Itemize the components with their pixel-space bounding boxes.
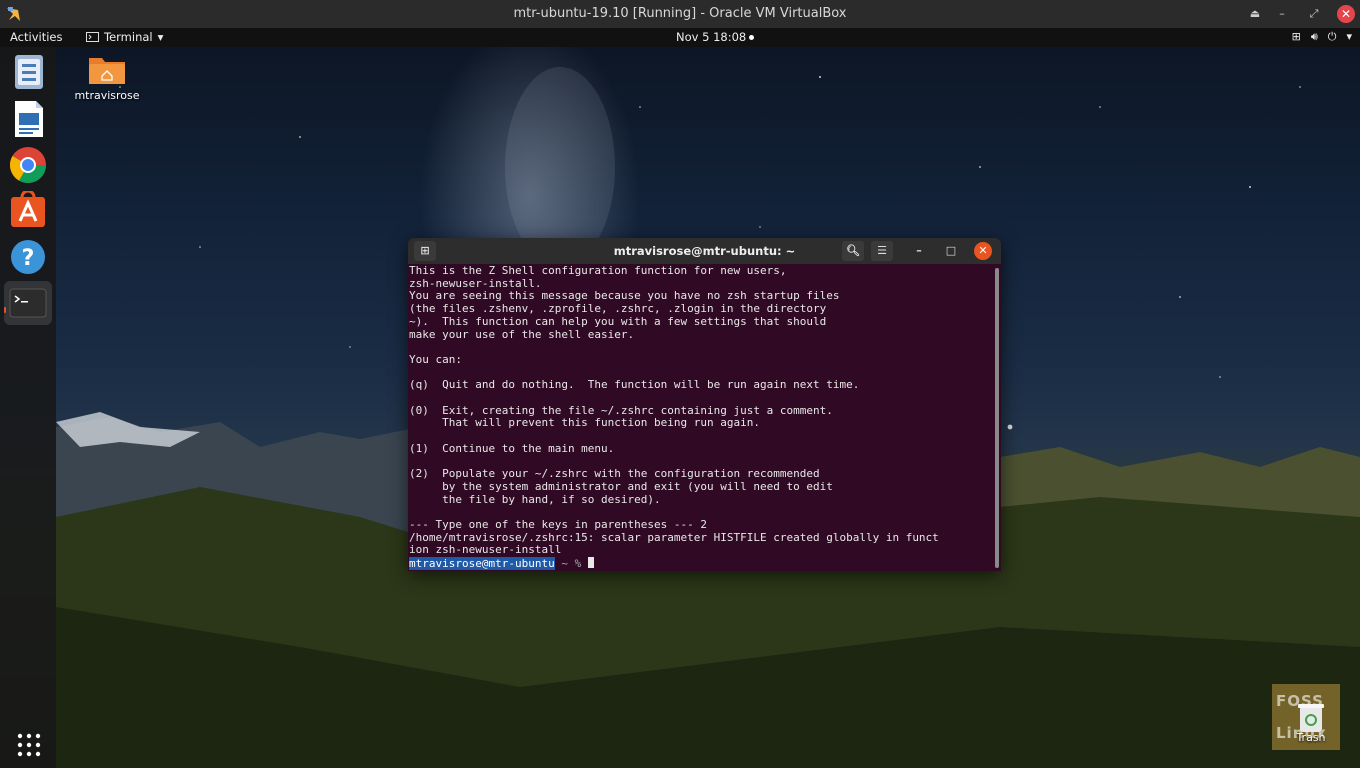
clock[interactable]: Nov 5 18:08 [676, 30, 755, 44]
terminal-line: (1) Continue to the main menu. [409, 441, 615, 455]
home-folder-label: mtravisrose [74, 89, 140, 102]
trash-icon [1298, 704, 1324, 732]
terminal-line: ion zsh-newuser-install [409, 543, 562, 557]
software-icon[interactable] [8, 189, 48, 231]
terminal-icon[interactable] [4, 281, 52, 325]
minimize-icon[interactable]: – [910, 242, 928, 260]
terminal-line: This is the Z Shell configuration functi… [409, 264, 787, 277]
gnome-top-bar: Activities Terminal ▾ Nov 5 18:08 ⊞ 🔊︎ ⏻… [0, 28, 1360, 47]
restore-icon[interactable]: ⤢ [1305, 5, 1323, 23]
host-window-titlebar[interactable]: mtr-ubuntu-19.10 [Running] - Oracle VM V… [0, 0, 1360, 28]
terminal-line: (q) Quit and do nothing. The function wi… [409, 378, 860, 392]
home-folder-shortcut[interactable]: mtravisrose [72, 54, 142, 102]
terminal-line: --- Type one of the keys in parentheses … [409, 517, 708, 531]
minimize-icon[interactable]: – [1273, 5, 1291, 23]
close-icon[interactable]: ✕ [1337, 5, 1355, 23]
trash-label: Trash [1296, 731, 1326, 744]
terminal-lines: This is the Z Shell configuration functi… [409, 264, 995, 557]
terminal-line: make your use of the shell easier. [409, 327, 635, 341]
network-icon: ⊞ [1291, 30, 1301, 43]
terminal-headerbar[interactable]: ⊞ mtravisrose@mtr-ubuntu: ~ 🔍︎ ☰ – □ ✕ [408, 238, 1001, 264]
help-icon[interactable]: ? [8, 237, 48, 277]
search-icon[interactable]: 🔍︎ [842, 241, 864, 261]
activities-button[interactable]: Activities [10, 30, 62, 44]
terminal-window[interactable]: ⊞ mtravisrose@mtr-ubuntu: ~ 🔍︎ ☰ – □ ✕ T… [408, 238, 1001, 571]
home-folder-icon [89, 58, 125, 84]
prompt-tail: ~ % [554, 557, 588, 571]
terminal-small-icon [86, 32, 99, 42]
close-icon[interactable]: ✕ [974, 242, 992, 260]
app-menu-label: Terminal [104, 30, 153, 44]
chevron-down-icon: ▾ [1346, 30, 1352, 43]
svg-text:?: ? [22, 246, 35, 271]
app-menu[interactable]: Terminal ▾ [86, 30, 163, 44]
hamburger-menu-icon[interactable]: ☰ [871, 241, 893, 261]
terminal-line: ~). This function can help you with a fe… [409, 314, 827, 328]
terminal-line: (the files .zshenv, .zprofile, .zshrc, .… [409, 302, 827, 316]
writer-icon[interactable] [8, 99, 48, 139]
maximize-icon[interactable]: □ [942, 242, 960, 260]
terminal-scrollbar[interactable] [995, 268, 999, 568]
trash-shortcut[interactable]: Trash [1288, 702, 1334, 744]
terminal-line: by the system administrator and exit (yo… [409, 479, 833, 493]
clock-label: Nov 5 18:08 [676, 30, 747, 44]
dock: ? [0, 47, 56, 768]
power-icon: ⏻ [1327, 30, 1337, 43]
volume-icon: 🔊︎ [1310, 30, 1318, 43]
notification-dot [749, 35, 755, 40]
system-tray[interactable]: ⊞ 🔊︎ ⏻ ▾ [1292, 30, 1352, 44]
terminal-output[interactable]: This is the Z Shell configuration functi… [408, 264, 995, 571]
terminal-line: the file by hand, if so desired). [409, 492, 661, 506]
terminal-line: (2) Populate your ~/.zshrc with the conf… [409, 467, 820, 481]
running-indicator [4, 307, 6, 313]
prompt-line[interactable]: mtravisrose@mtr-ubuntu ~ % [409, 557, 995, 571]
terminal-line: That will prevent this function being ru… [409, 416, 760, 430]
text-cursor [587, 557, 594, 569]
eject-icon[interactable]: ⏏ [1246, 5, 1264, 23]
chrome-icon[interactable] [8, 145, 48, 185]
show-apps-icon[interactable] [16, 732, 42, 758]
files-icon[interactable] [8, 53, 48, 93]
host-window-title: mtr-ubuntu-19.10 [Running] - Oracle VM V… [513, 6, 847, 21]
prompt-user: mtravisrose@mtr-ubuntu [409, 557, 555, 571]
chevron-down-icon: ▾ [157, 30, 164, 44]
terminal-line: You can: [409, 352, 462, 366]
